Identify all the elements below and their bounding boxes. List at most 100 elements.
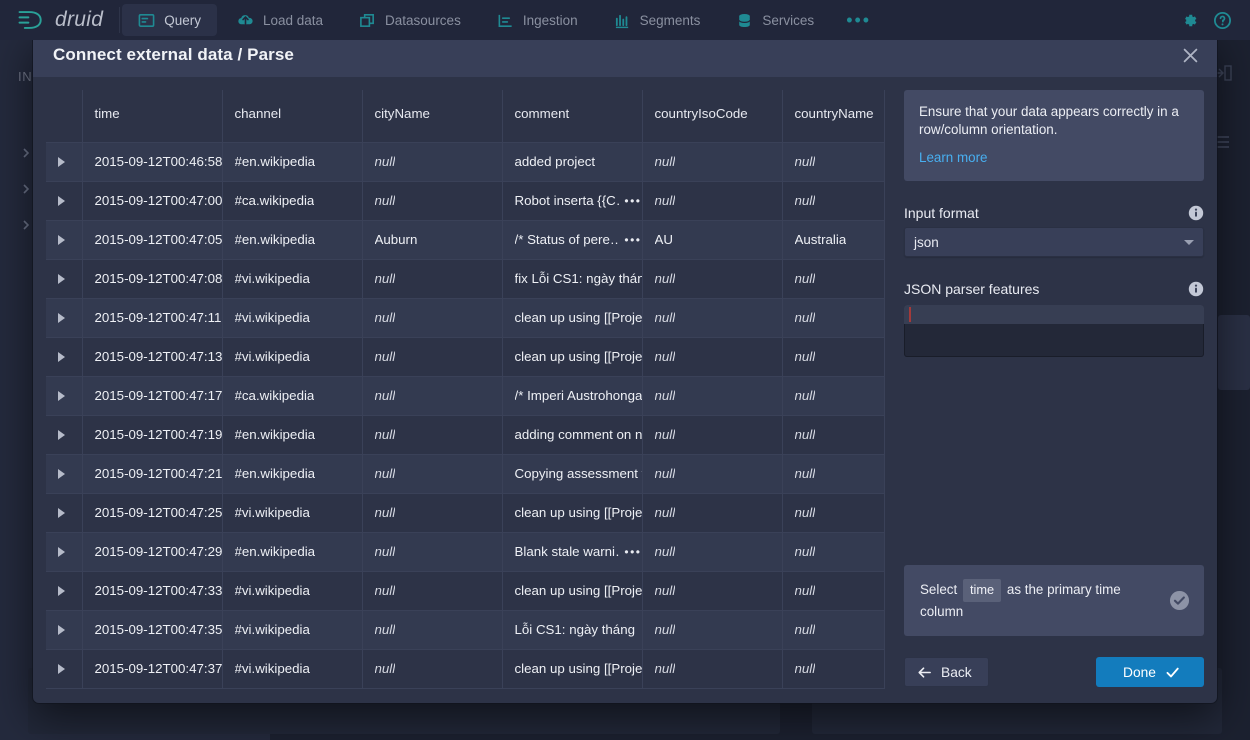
cell-cityname[interactable]: null [362, 376, 502, 415]
expand-triangle-icon[interactable] [58, 664, 65, 674]
expand-triangle-icon[interactable] [58, 469, 65, 479]
row-expander-cell[interactable] [46, 298, 82, 337]
column-header-cityname[interactable]: cityName [362, 90, 502, 142]
expand-triangle-icon[interactable] [58, 235, 65, 245]
check-circle-icon[interactable] [1169, 590, 1190, 611]
cell-channel[interactable]: #ca.wikipedia [222, 376, 362, 415]
cell-cityname[interactable]: null [362, 415, 502, 454]
cell-countryname[interactable]: null [782, 649, 884, 688]
expand-triangle-icon[interactable] [58, 547, 65, 557]
table-row[interactable]: 2015-09-12T00:47:08.7#vi.wikipedianullfi… [46, 259, 884, 298]
cell-overflow-dots[interactable]: ••• [624, 546, 641, 558]
expand-triangle-icon[interactable] [58, 352, 65, 362]
cell-comment[interactable]: Robot inserta {{C…••• [502, 181, 642, 220]
cell-cityname[interactable]: null [362, 142, 502, 181]
cell-cityname[interactable]: null [362, 454, 502, 493]
cell-cityname[interactable]: null [362, 181, 502, 220]
cell-channel[interactable]: #vi.wikipedia [222, 571, 362, 610]
table-row[interactable]: 2015-09-12T00:47:37.6#vi.wikipedianullcl… [46, 649, 884, 688]
nav-item-ingestion[interactable]: Ingestion [481, 4, 594, 36]
row-expander-cell[interactable] [46, 571, 82, 610]
json-parser-features-editor[interactable] [904, 305, 1204, 357]
cell-countryname[interactable]: null [782, 571, 884, 610]
cell-comment[interactable]: clean up using [[Project [502, 298, 642, 337]
cell-cityname[interactable]: null [362, 298, 502, 337]
expand-triangle-icon[interactable] [58, 391, 65, 401]
cell-countryname[interactable]: null [782, 415, 884, 454]
table-row[interactable]: 2015-09-12T00:47:33.0#vi.wikipedianullcl… [46, 571, 884, 610]
cell-cityname[interactable]: null [362, 493, 502, 532]
learn-more-link[interactable]: Learn more [919, 150, 987, 165]
table-row[interactable]: 2015-09-12T00:47:35.7#vi.wikipedianullLỗ… [46, 610, 884, 649]
cell-comment[interactable]: clean up using [[Project [502, 649, 642, 688]
cell-cityname[interactable]: null [362, 259, 502, 298]
cell-comment[interactable]: adding comment on n [502, 415, 642, 454]
cell-time[interactable]: 2015-09-12T00:47:19.5 [82, 415, 222, 454]
cell-countryisocode[interactable]: null [642, 571, 782, 610]
cell-countryisocode[interactable]: null [642, 415, 782, 454]
cell-time[interactable]: 2015-09-12T00:47:21.5 [82, 454, 222, 493]
cell-comment[interactable]: Copying assessment ta [502, 454, 642, 493]
cell-time[interactable]: 2015-09-12T00:47:00.4 [82, 181, 222, 220]
cell-time[interactable]: 2015-09-12T00:47:35.7 [82, 610, 222, 649]
cell-comment[interactable]: /* Status of pere…••• [502, 220, 642, 259]
expand-triangle-icon[interactable] [58, 313, 65, 323]
info-icon-json-parser[interactable] [1188, 281, 1204, 297]
help-icon[interactable] [1213, 11, 1232, 30]
column-header-channel[interactable]: channel [222, 90, 362, 142]
cell-countryname[interactable]: null [782, 376, 884, 415]
row-expander-cell[interactable] [46, 415, 82, 454]
cell-countryname[interactable]: null [782, 298, 884, 337]
cell-countryisocode[interactable]: null [642, 298, 782, 337]
data-preview-table-pane[interactable]: time channel cityName comment countryIso… [46, 90, 904, 703]
expand-triangle-icon[interactable] [58, 430, 65, 440]
row-expander-cell[interactable] [46, 220, 82, 259]
nav-overflow-button[interactable]: ••• [832, 11, 885, 29]
table-row[interactable]: 2015-09-12T00:47:11.8#vi.wikipedianullcl… [46, 298, 884, 337]
cell-countryisocode[interactable]: null [642, 259, 782, 298]
table-row[interactable]: 2015-09-12T00:47:13.9#vi.wikipedianullcl… [46, 337, 884, 376]
cell-countryisocode[interactable]: null [642, 376, 782, 415]
cell-time[interactable]: 2015-09-12T00:47:13.9 [82, 337, 222, 376]
row-expander-cell[interactable] [46, 532, 82, 571]
cell-channel[interactable]: #vi.wikipedia [222, 493, 362, 532]
row-expander-cell[interactable] [46, 142, 82, 181]
cell-time[interactable]: 2015-09-12T00:47:29.9 [82, 532, 222, 571]
cell-comment[interactable]: Lỗi CS1: ngày tháng [502, 610, 642, 649]
cell-countryisocode[interactable]: null [642, 181, 782, 220]
cell-comment[interactable]: Blank stale warni…••• [502, 532, 642, 571]
expand-triangle-icon[interactable] [58, 586, 65, 596]
brand[interactable]: druid [0, 7, 119, 33]
cell-comment[interactable]: clean up using [[Project [502, 571, 642, 610]
info-icon-input-format[interactable] [1188, 205, 1204, 221]
row-expander-cell[interactable] [46, 376, 82, 415]
expand-triangle-icon[interactable] [58, 157, 65, 167]
cell-comment[interactable]: clean up using [[Project [502, 337, 642, 376]
cell-overflow-dots[interactable]: ••• [624, 195, 641, 207]
expand-triangle-icon[interactable] [58, 196, 65, 206]
cell-channel[interactable]: #vi.wikipedia [222, 337, 362, 376]
back-button[interactable]: Back [904, 657, 989, 687]
cell-countryisocode[interactable]: AU [642, 220, 782, 259]
cell-time[interactable]: 2015-09-12T00:47:25.8 [82, 493, 222, 532]
cell-countryisocode[interactable]: null [642, 610, 782, 649]
cell-channel[interactable]: #vi.wikipedia [222, 298, 362, 337]
cell-channel[interactable]: #en.wikipedia [222, 454, 362, 493]
cell-countryisocode[interactable]: null [642, 532, 782, 571]
cell-cityname[interactable]: null [362, 532, 502, 571]
cell-channel[interactable]: #vi.wikipedia [222, 259, 362, 298]
nav-item-load-data[interactable]: Load data [221, 4, 339, 36]
nav-item-datasources[interactable]: Datasources [343, 4, 477, 36]
cell-channel[interactable]: #en.wikipedia [222, 415, 362, 454]
row-expander-cell[interactable] [46, 337, 82, 376]
close-button[interactable] [1177, 42, 1203, 68]
column-header-countryisocode[interactable]: countryIsoCode [642, 90, 782, 142]
cell-countryname[interactable]: null [782, 181, 884, 220]
primary-time-column-callout[interactable]: Select time as the primary time column [904, 565, 1204, 636]
cell-channel[interactable]: #en.wikipedia [222, 220, 362, 259]
cell-countryisocode[interactable]: null [642, 142, 782, 181]
row-expander-cell[interactable] [46, 259, 82, 298]
cell-countryname[interactable]: null [782, 454, 884, 493]
cell-comment[interactable]: clean up using [[Project [502, 493, 642, 532]
cell-countryname[interactable]: null [782, 610, 884, 649]
